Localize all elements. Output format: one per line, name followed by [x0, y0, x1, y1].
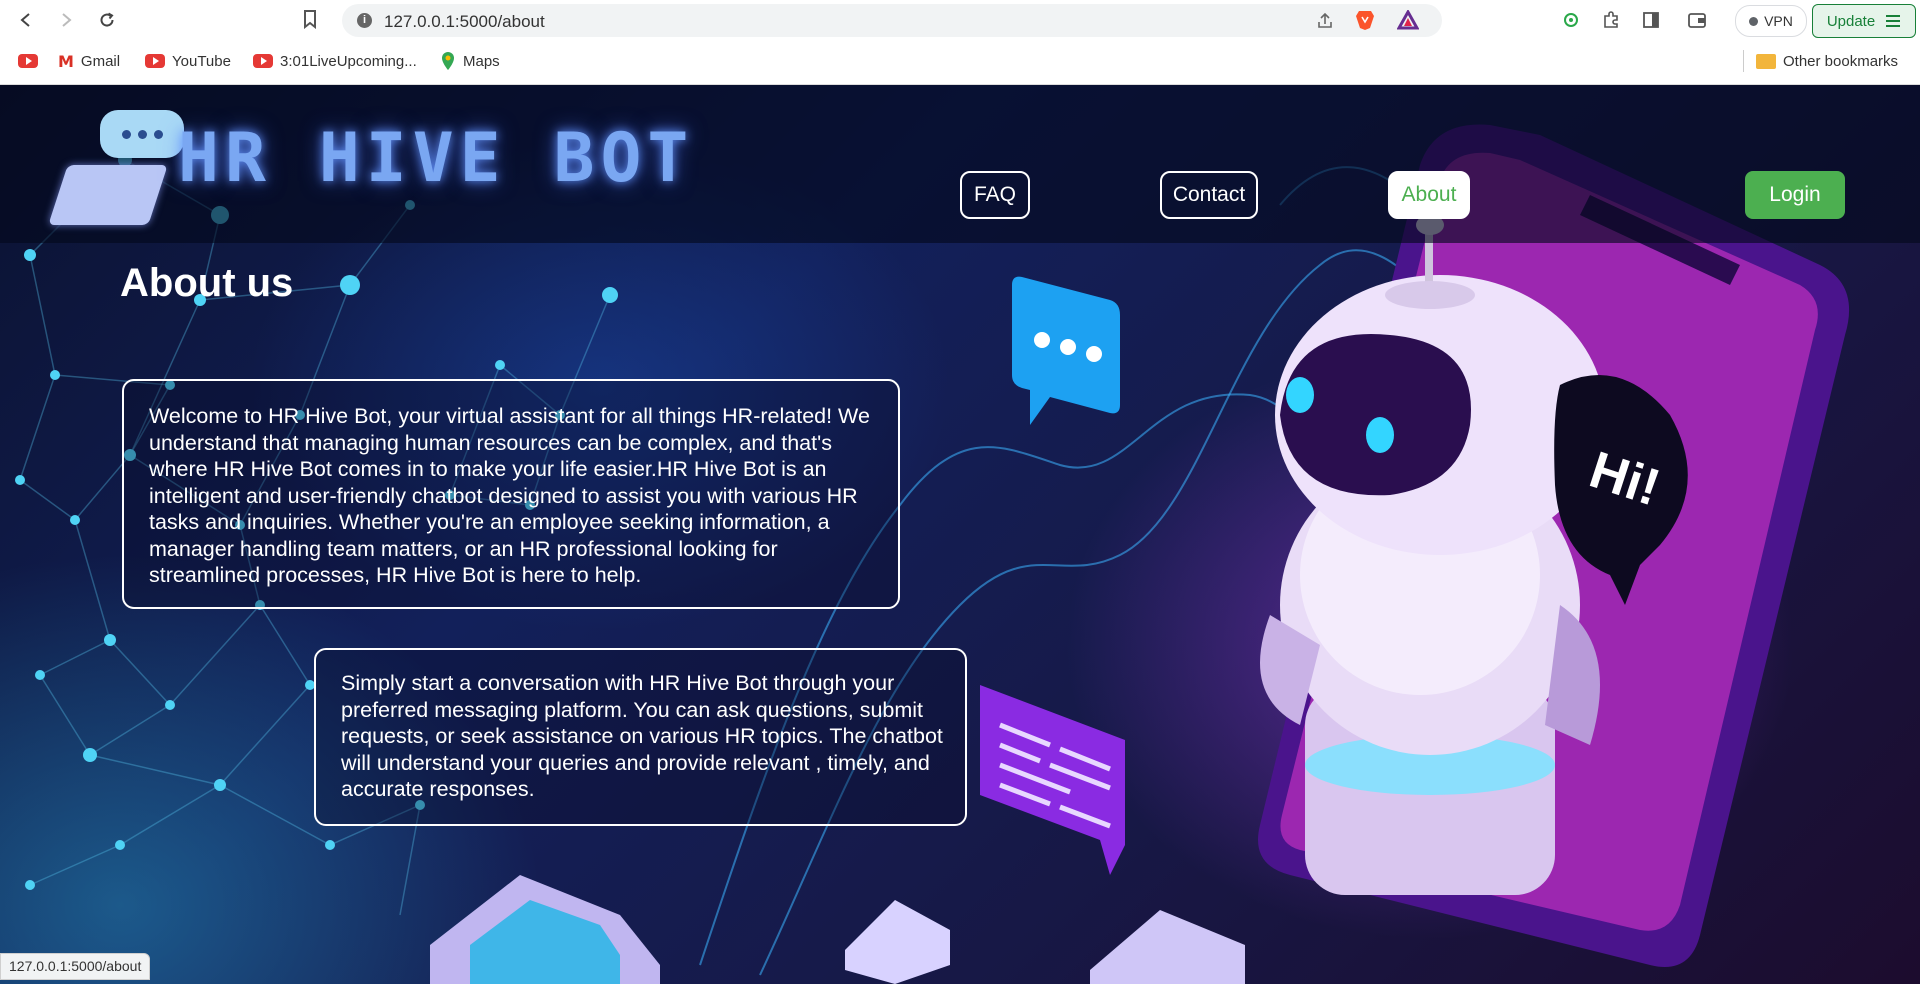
youtube-icon [18, 54, 38, 68]
bookmark-maps[interactable]: Maps [440, 50, 500, 72]
about-usage-card: Simply start a conversation with HR Hive… [314, 648, 967, 826]
bookmarks-bar: M Gmail YouTube 3:01LiveUpcoming... Maps… [0, 46, 1920, 76]
about-usage-text: Simply start a conversation with HR Hive… [341, 671, 943, 801]
link-status-bubble: 127.0.0.1:5000/about [0, 953, 151, 980]
chat-bubble-graphic [1012, 276, 1120, 425]
vpn-button[interactable]: VPN [1735, 5, 1807, 37]
vpn-status-dot [1749, 16, 1759, 26]
address-bar[interactable]: i 127.0.0.1:5000/about [342, 4, 1442, 37]
back-icon [20, 13, 30, 27]
forward-button[interactable] [54, 8, 78, 32]
maps-pin-icon [442, 52, 454, 70]
share-icon[interactable] [1314, 10, 1336, 32]
reload-icon [100, 12, 114, 27]
nav-about[interactable]: About [1388, 171, 1470, 219]
update-button[interactable]: Update [1812, 4, 1916, 38]
nav-faq[interactable]: FAQ [960, 171, 1030, 219]
wallet-icon[interactable] [1686, 9, 1708, 31]
browser-chrome: i 127.0.0.1:5000/about VPN Update M Gmai… [0, 0, 1920, 85]
logo-text: HR HIVE BOT [178, 119, 695, 198]
other-bookmarks[interactable]: Other bookmarks [1756, 50, 1898, 72]
bookmark-icon [304, 10, 316, 30]
login-button[interactable]: Login [1745, 171, 1845, 219]
extensions-icon[interactable] [1600, 9, 1622, 31]
brave-shield-icon[interactable] [1354, 9, 1376, 31]
forward-icon [62, 13, 72, 27]
menu-icon [1886, 15, 1901, 27]
message-card-graphic [980, 685, 1125, 875]
bookmark-youtube[interactable]: YouTube [145, 50, 231, 72]
page-title: About us [120, 261, 294, 305]
chat-bubble-logo-icon [100, 110, 184, 158]
bookmarks-divider [1743, 50, 1744, 72]
update-label: Update [1826, 12, 1876, 30]
youtube-icon [145, 54, 165, 68]
youtube-icon [253, 54, 273, 68]
url-text[interactable]: 127.0.0.1:5000/about [384, 12, 545, 32]
robot-graphic [1260, 215, 1605, 895]
laptop-logo-icon [48, 165, 168, 225]
other-bookmarks-label: Other bookmarks [1783, 52, 1899, 70]
about-intro-card: Welcome to HR Hive Bot, your virtual ass… [122, 379, 900, 609]
sidebar-icon[interactable] [1640, 9, 1662, 31]
platform-cubes [430, 875, 1245, 984]
about-intro-text: Welcome to HR Hive Bot, your virtual ass… [149, 404, 870, 587]
bookmark-live-upcoming[interactable]: 3:01LiveUpcoming... [253, 50, 417, 72]
reload-button[interactable] [95, 8, 119, 32]
bookmark-label: Maps [463, 52, 500, 70]
site-info-icon[interactable]: i [357, 13, 372, 28]
bookmark-label: Gmail [80, 52, 121, 70]
bookmark-gmail[interactable]: M Gmail [58, 50, 120, 72]
bookmark-page-button[interactable] [302, 9, 318, 34]
gmail-icon: M [58, 51, 74, 71]
bookmark-label: YouTube [172, 52, 231, 70]
bookmark-label: 3:01LiveUpcoming... [280, 52, 417, 70]
web-page: Hi! HR HIVE BOT FAQ Contact About Login … [0, 85, 1920, 984]
brave-rewards-icon[interactable] [1397, 9, 1419, 31]
vpn-label: VPN [1764, 13, 1793, 29]
nav-contact[interactable]: Contact [1160, 171, 1258, 219]
leo-ai-icon[interactable] [1560, 9, 1582, 31]
browser-toolbar: i 127.0.0.1:5000/about VPN Update [0, 0, 1920, 41]
back-button[interactable] [14, 8, 38, 32]
folder-icon [1756, 53, 1776, 69]
bookmark-youtube-shortcut[interactable] [18, 50, 38, 72]
